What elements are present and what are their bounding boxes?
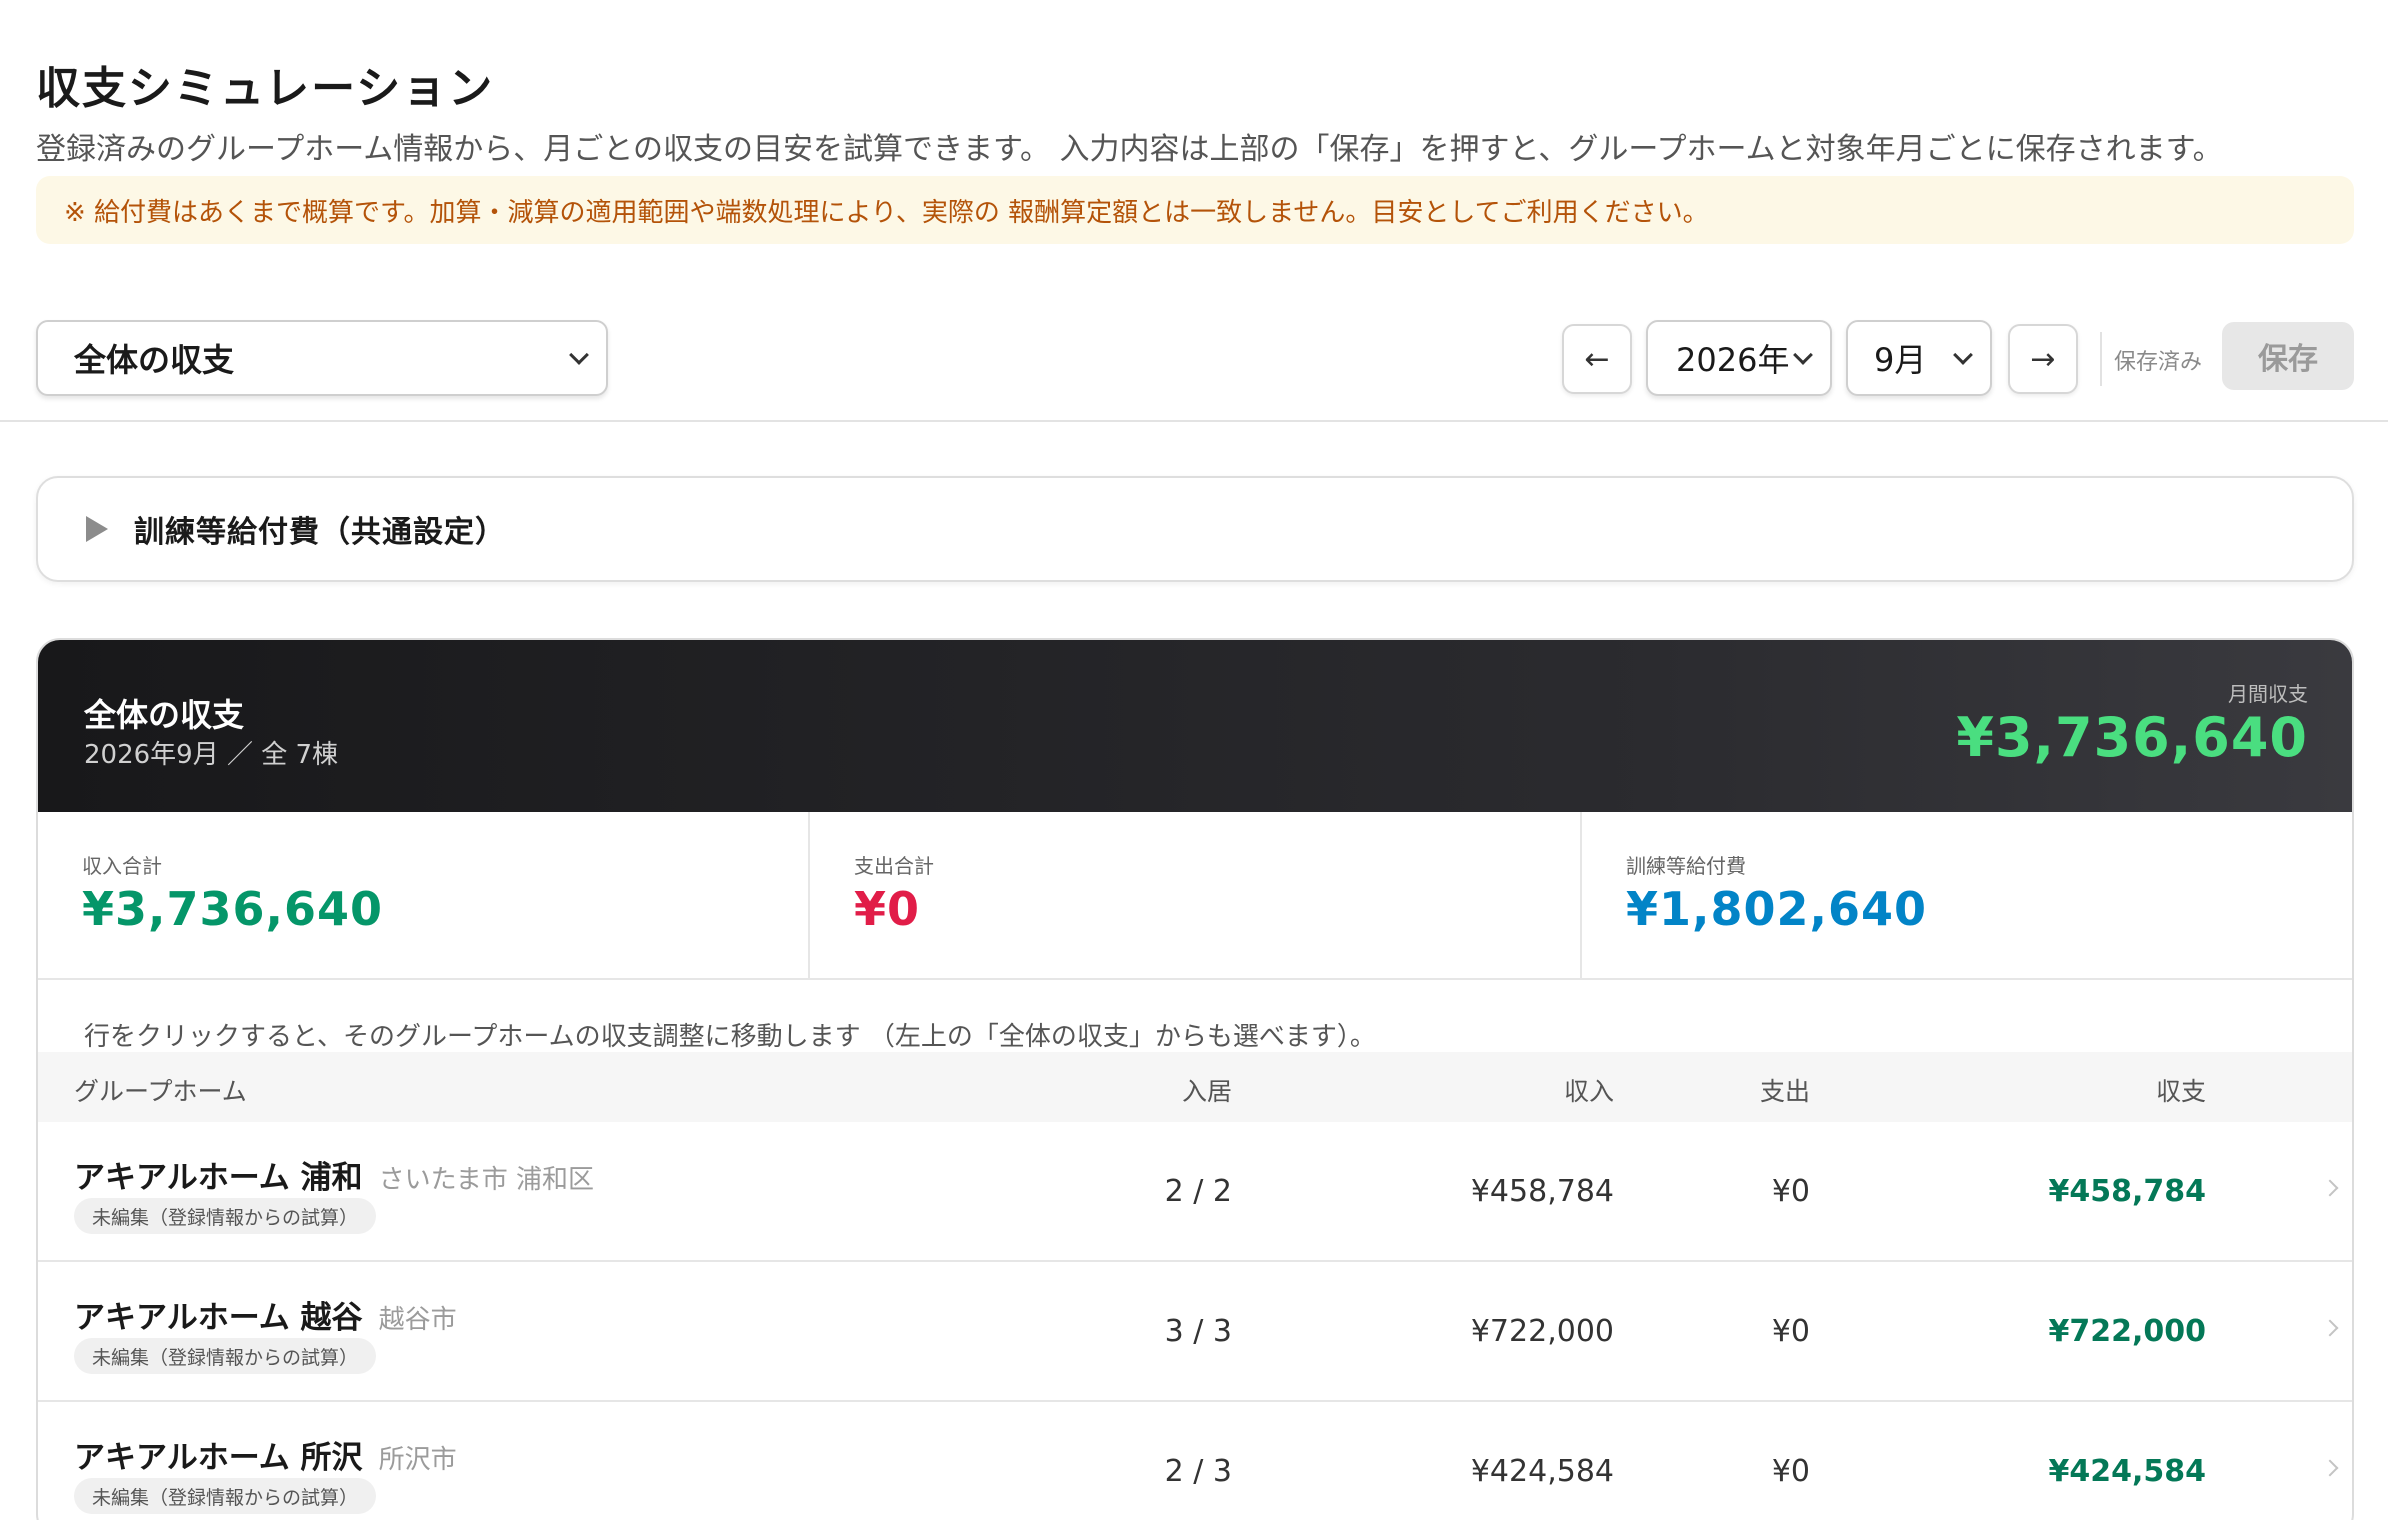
stat-label: 支出合計 xyxy=(854,854,934,878)
row-expense: ¥0 xyxy=(1771,1314,1810,1349)
column-header-expense: 支出 xyxy=(1759,1077,1810,1106)
column-header-income: 収入 xyxy=(1563,1077,1614,1106)
chevron-down-icon xyxy=(569,345,589,365)
benefit-settings-accordion[interactable]: 訓練等給付費（共通設定） xyxy=(36,476,2354,582)
scope-select[interactable]: 全体の収支 xyxy=(36,320,608,396)
stat-income-total: 収入合計 ¥3,736,640 xyxy=(38,812,810,978)
toolbar: 全体の収支 ← 2026年 9月 → 保存済み 保存 xyxy=(0,318,2388,422)
triangle-right-icon xyxy=(86,516,108,542)
status-badge: 未編集（登録情報からの試算） xyxy=(74,1478,377,1514)
chevron-down-icon xyxy=(1793,345,1813,365)
estimate-notice: ※ 給付費はあくまで概算です。加算・減算の適用範囲や端数処理により、実際の 報酬… xyxy=(36,176,2354,244)
row-occupancy: 3 / 3 xyxy=(1164,1314,1232,1349)
row-balance: ¥722,000 xyxy=(2048,1314,2206,1349)
page-title: 収支シミュレーション xyxy=(36,63,495,114)
table-hint: 行をクリックすると、そのグループホームの収支調整に移動します （左上の「全体の収… xyxy=(84,1022,1376,1052)
row-expense: ¥0 xyxy=(1771,1174,1810,1209)
row-home-name: アキアルホーム 浦和 さいたま市 浦和区 xyxy=(74,1152,594,1197)
year-select-value: 2026年 xyxy=(1676,341,1790,379)
row-home-name: アキアルホーム 越谷 越谷市 xyxy=(74,1292,457,1337)
chevron-right-icon xyxy=(2321,1319,2339,1337)
row-balance: ¥458,784 xyxy=(2048,1174,2206,1209)
toolbar-divider xyxy=(2100,332,2102,386)
stat-expense-total: 支出合計 ¥0 xyxy=(810,812,1582,978)
row-home-name: アキアルホーム 所沢 所沢市 xyxy=(74,1432,457,1477)
monthly-balance-label: 月間収支 xyxy=(2228,682,2308,706)
arrow-right-icon: → xyxy=(2030,341,2056,377)
month-select-value: 9月 xyxy=(1874,341,1927,379)
row-occupancy: 2 / 2 xyxy=(1164,1174,1232,1209)
status-badge: 未編集（登録情報からの試算） xyxy=(74,1198,377,1234)
summary-header: 全体の収支 2026年9月 ／ 全 7棟 月間収支 ¥3,736,640 xyxy=(38,640,2352,812)
summary-subtitle: 2026年9月 ／ 全 7棟 xyxy=(84,740,339,770)
row-balance: ¥424,584 xyxy=(2048,1454,2206,1489)
home-city: 越谷市 xyxy=(378,1305,457,1335)
row-income: ¥458,784 xyxy=(1470,1174,1614,1209)
home-city: さいたま市 浦和区 xyxy=(378,1165,595,1195)
status-badge: 未編集（登録情報からの試算） xyxy=(74,1338,377,1374)
notice-text: ※ 給付費はあくまで概算です。加算・減算の適用範囲や端数処理により、実際の 報酬… xyxy=(64,197,1709,228)
row-income: ¥722,000 xyxy=(1470,1314,1614,1349)
stat-training-benefit: 訓練等給付費 ¥1,802,640 xyxy=(1582,812,2352,978)
summary-card: 全体の収支 2026年9月 ／ 全 7棟 月間収支 ¥3,736,640 収入合… xyxy=(36,638,2354,1520)
next-month-button[interactable]: → xyxy=(2008,324,2078,394)
column-header-balance: 収支 xyxy=(2155,1077,2206,1106)
page-description: 登録済みのグループホーム情報から、月ごとの収支の目安を試算できます。 入力内容は… xyxy=(36,132,2223,167)
table-row[interactable]: アキアルホーム 越谷 越谷市 未編集（登録情報からの試算） 3 / 3 ¥722,… xyxy=(38,1262,2352,1402)
table-header: グループホーム 入居 収入 支出 収支 xyxy=(38,1052,2352,1122)
table-row[interactable]: アキアルホーム 浦和 さいたま市 浦和区 未編集（登録情報からの試算） 2 / 2… xyxy=(38,1122,2352,1262)
save-status: 保存済み xyxy=(2114,350,2203,375)
chevron-down-icon xyxy=(1953,345,1973,365)
home-name: アキアルホーム 浦和 xyxy=(74,1160,363,1196)
row-occupancy: 2 / 3 xyxy=(1164,1454,1232,1489)
monthly-balance-value: ¥3,736,640 xyxy=(1956,706,2308,769)
summary-title: 全体の収支 xyxy=(84,696,245,734)
month-select[interactable]: 9月 xyxy=(1846,320,1992,396)
year-select[interactable]: 2026年 xyxy=(1646,320,1832,396)
save-button[interactable]: 保存 xyxy=(2222,322,2354,390)
stat-label: 収入合計 xyxy=(82,854,162,878)
accordion-title: 訓練等給付費（共通設定） xyxy=(134,515,506,550)
row-income: ¥424,584 xyxy=(1470,1454,1614,1489)
row-expense: ¥0 xyxy=(1771,1454,1810,1489)
summary-stats: 収入合計 ¥3,736,640 支出合計 ¥0 訓練等給付費 ¥1,802,64… xyxy=(38,812,2352,980)
home-name: アキアルホーム 越谷 xyxy=(74,1300,363,1336)
arrow-left-icon: ← xyxy=(1584,341,1610,377)
stat-value: ¥3,736,640 xyxy=(82,882,384,936)
column-header-occupancy: 入居 xyxy=(1181,1077,1232,1106)
chevron-right-icon xyxy=(2321,1459,2339,1477)
chevron-right-icon xyxy=(2321,1179,2339,1197)
scope-select-value: 全体の収支 xyxy=(74,341,235,379)
stat-label: 訓練等給付費 xyxy=(1626,854,1746,878)
stat-value: ¥1,802,640 xyxy=(1626,882,1928,936)
stat-value: ¥0 xyxy=(854,882,921,936)
home-name: アキアルホーム 所沢 xyxy=(74,1440,363,1476)
column-header-group-home: グループホーム xyxy=(74,1077,247,1106)
table-row[interactable]: アキアルホーム 所沢 所沢市 未編集（登録情報からの試算） 2 / 3 ¥424,… xyxy=(38,1402,2352,1520)
home-city: 所沢市 xyxy=(378,1445,457,1475)
prev-month-button[interactable]: ← xyxy=(1562,324,1632,394)
